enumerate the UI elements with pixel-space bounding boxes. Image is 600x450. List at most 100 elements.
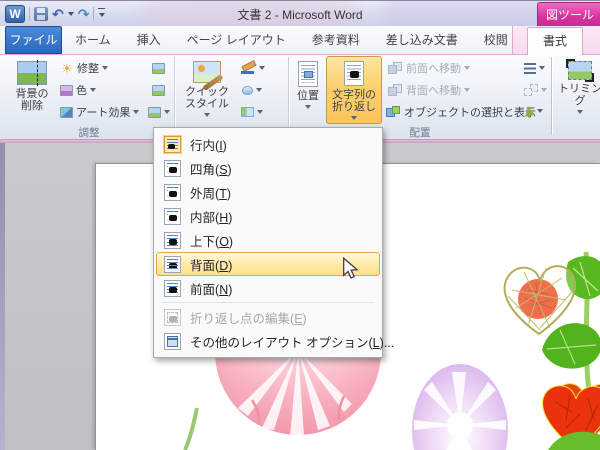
text-wrapping-button[interactable]: 文字列の折り返し [326, 56, 382, 124]
wrap-in-line-icon [164, 135, 181, 153]
artistic-effects-button[interactable]: アート効果 [60, 102, 140, 122]
wrap-tight-icon [164, 183, 181, 201]
wrap-behind-text-icon [164, 255, 181, 273]
picture-layout-button[interactable] [241, 102, 263, 122]
rotate-icon [523, 105, 535, 117]
group-objects-button[interactable] [524, 80, 547, 100]
crop-button[interactable]: トリミング [556, 56, 600, 124]
crop-icon [566, 59, 594, 82]
chevron-down-icon [257, 110, 263, 117]
titlebar: 文書 2 - Microsoft Word W ↶ ↷ 図ツール [0, 0, 600, 26]
tab-home[interactable]: ホーム [62, 26, 124, 54]
corrections-sun-icon: ☀ [61, 60, 73, 76]
menu-item-in-line[interactable]: 行内I [156, 132, 380, 156]
chevron-down-icon [464, 88, 470, 95]
picture-border-icon [240, 61, 256, 75]
align-button[interactable] [524, 58, 545, 78]
color-button[interactable]: 色 [60, 80, 96, 100]
chevron-down-icon [204, 113, 210, 120]
chevron-down-icon [90, 88, 96, 95]
redo-icon[interactable]: ↷ [78, 7, 90, 21]
wrap-top-bottom-icon [164, 231, 181, 249]
edit-wrap-points-icon [164, 308, 181, 326]
word-window: 文書 2 - Microsoft Word W ↶ ↷ 図ツール ファイル ホー… [0, 0, 600, 450]
align-icon [524, 62, 536, 74]
contextual-tab-area: 書式 [512, 26, 600, 55]
chevron-down-icon [537, 109, 543, 116]
quick-access-toolbar: W ↶ ↷ [5, 4, 106, 24]
change-picture-icon [151, 84, 165, 96]
rotate-button[interactable] [523, 101, 543, 121]
mouse-cursor [342, 257, 359, 279]
more-layout-options-icon [164, 332, 181, 350]
picture-effects-button[interactable] [242, 80, 262, 100]
picture-border-button[interactable] [240, 58, 265, 78]
menu-item-more-layout-options[interactable]: その他のレイアウト オプションL... [156, 329, 394, 353]
menu-item-edit-wrap-points[interactable]: 折り返し点の編集E [156, 305, 380, 329]
quick-styles-button[interactable]: クイック スタイル [180, 56, 234, 124]
wrap-through-icon [164, 207, 181, 225]
picture-effects-icon [242, 85, 253, 95]
selection-pane-button[interactable]: オブジェクトの選択と表示 [386, 102, 536, 122]
bring-forward-icon [388, 61, 403, 75]
qat-separator [29, 7, 30, 21]
tab-page-layout[interactable]: ページ レイアウト [174, 26, 299, 54]
compress-pictures-icon [151, 62, 165, 74]
ribbon-tab-row: ファイル ホーム 挿入 ページ レイアウト 参考資料 差し込み文書 校閲 表示 … [0, 26, 600, 55]
text-wrapping-icon [344, 61, 364, 86]
group-separator [174, 57, 175, 135]
send-backward-button[interactable]: 背面へ移動 [388, 80, 470, 100]
reset-picture-button[interactable] [148, 102, 170, 122]
artistic-effects-icon [60, 106, 73, 118]
chevron-down-icon [464, 66, 470, 73]
chevron-down-icon [164, 110, 170, 117]
chevron-down-icon [259, 66, 265, 73]
selection-pane-icon [386, 105, 401, 119]
undo-icon[interactable]: ↶ [52, 7, 64, 21]
wrap-square-icon [164, 159, 181, 177]
undo-dropdown-icon[interactable] [67, 12, 74, 19]
qat-separator [93, 7, 95, 21]
menu-item-in-front-of-text[interactable]: 前面N [156, 276, 380, 300]
menu-separator [162, 302, 374, 303]
tab-references[interactable]: 参考資料 [299, 26, 373, 54]
change-picture-button[interactable] [148, 80, 168, 100]
color-icon [60, 84, 73, 96]
menu-item-through[interactable]: 内部H [156, 204, 380, 228]
group-separator [551, 57, 552, 135]
send-backward-icon [388, 83, 403, 97]
remove-background-icon [17, 60, 47, 86]
menu-item-square[interactable]: 四角S [156, 156, 380, 180]
menu-item-tight[interactable]: 外周T [156, 180, 380, 204]
save-icon[interactable] [34, 7, 48, 21]
window-edge [0, 143, 5, 450]
text-wrapping-menu: 行内I 四角S 外周T 内部H 上下O 背面D 前面N 折り返し点の [153, 127, 394, 358]
customize-qat-icon[interactable] [98, 7, 106, 21]
remove-background-button[interactable]: 背景の削除 [6, 56, 58, 124]
quick-styles-icon [193, 61, 221, 83]
menu-item-top-bottom[interactable]: 上下O [156, 228, 380, 252]
position-button[interactable]: 位置 [292, 56, 324, 124]
word-logo-icon[interactable]: W [5, 5, 25, 23]
chevron-down-icon [541, 88, 547, 95]
contextual-tab-group-picture-tools: 図ツール [537, 2, 600, 26]
wrap-in-front-icon [164, 279, 181, 297]
tab-format[interactable]: 書式 [527, 27, 583, 55]
tab-mailings[interactable]: 差し込み文書 [373, 26, 471, 54]
corrections-button[interactable]: ☀ 修整 [60, 58, 108, 78]
position-icon [298, 61, 318, 87]
group-label-adjust: 調整 [78, 127, 100, 139]
chevron-down-icon [133, 110, 140, 117]
bring-forward-button[interactable]: 前面へ移動 [388, 58, 470, 78]
compress-pictures-button[interactable] [148, 58, 168, 78]
reset-picture-icon [148, 106, 161, 118]
picture-layout-icon [241, 107, 254, 117]
chevron-down-icon [256, 88, 262, 95]
group-objects-icon [524, 84, 538, 96]
tab-file[interactable]: ファイル [5, 26, 62, 54]
chevron-down-icon [577, 110, 583, 117]
chevron-down-icon [351, 116, 357, 123]
group-separator [288, 57, 289, 135]
tab-insert[interactable]: 挿入 [124, 26, 174, 54]
chevron-down-icon [539, 66, 545, 73]
